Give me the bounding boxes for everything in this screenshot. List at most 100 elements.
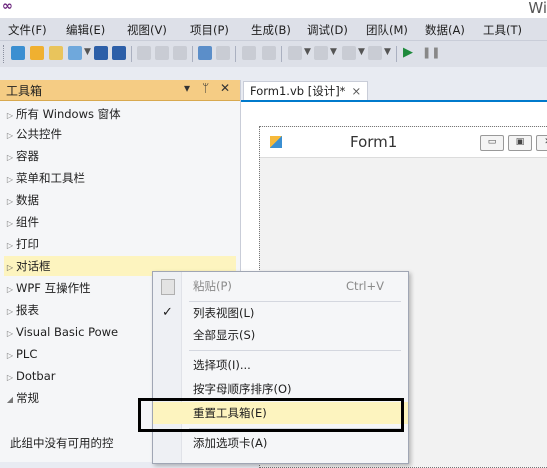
add-item-icon[interactable] <box>30 46 44 60</box>
menu-team[interactable]: 团队(M) <box>366 22 408 38</box>
toolbox-group-all-windows-forms[interactable]: ▷ 所有 Windows 窗体 <box>4 104 236 124</box>
navigate-forward-icon[interactable] <box>368 46 382 60</box>
undo-icon[interactable] <box>288 46 302 60</box>
toolbar-separator <box>192 46 193 62</box>
title-bar: ∞ Wi <box>0 0 547 18</box>
start-debugging-icon[interactable]: ▶ <box>403 46 417 60</box>
open-file-icon[interactable] <box>49 46 63 60</box>
redo-icon[interactable] <box>314 46 328 60</box>
chevron-down-icon[interactable]: ▼ <box>84 47 91 57</box>
toolbox-group-label: 菜单和工具栏 <box>16 171 85 185</box>
expand-triangle-icon[interactable]: ▷ <box>4 302 16 322</box>
checkmark-icon: ✓ <box>162 305 173 320</box>
toolbox-group-printing[interactable]: ▷ 打印 <box>4 234 236 254</box>
chevron-down-icon[interactable]: ▼ <box>384 47 391 57</box>
menu-data[interactable]: 数据(A) <box>425 22 465 38</box>
menu-item-label: 添加选项卡(A) <box>193 436 268 450</box>
menu-edit[interactable]: 编辑(E) <box>66 22 105 38</box>
window-position-icon[interactable]: ▾ <box>184 81 190 95</box>
toolbox-title: 工具箱 <box>6 84 43 98</box>
expand-triangle-icon[interactable]: ▷ <box>4 106 16 126</box>
expand-triangle-icon[interactable]: ▷ <box>4 192 16 212</box>
maximize-icon: ▣ <box>508 135 532 151</box>
find-icon[interactable] <box>198 46 212 60</box>
close-icon[interactable]: ✕ <box>220 81 230 95</box>
toolbox-group-label: 容器 <box>16 149 39 163</box>
menu-item-shortcut: Ctrl+V <box>346 279 384 293</box>
toolbox-header: 工具箱 ▾ ᛘ ✕ <box>0 80 240 101</box>
form-title-bar: Form1 ▭ ▣ ✕ <box>260 127 547 158</box>
menu-item-label: 全部显示(S) <box>193 328 256 342</box>
close-tab-icon[interactable]: × <box>351 84 361 98</box>
menu-item-show-all[interactable]: 全部显示(S) <box>153 324 408 346</box>
form-icon <box>270 136 282 148</box>
chevron-down-icon[interactable]: ▼ <box>358 47 365 57</box>
tab-label: Form1.vb [设计]* <box>250 84 346 98</box>
toolbox-group-label: 打印 <box>16 237 39 251</box>
expand-triangle-icon[interactable]: ▷ <box>4 236 16 256</box>
menu-item-add-tab[interactable]: 添加选项卡(A) <box>153 432 408 454</box>
menu-item-label: 选择项(I)... <box>193 358 251 372</box>
menu-tools[interactable]: 工具(T) <box>483 22 522 38</box>
menu-item-paste[interactable]: 粘贴(P) Ctrl+V <box>153 275 408 297</box>
align-left-icon[interactable] <box>242 46 256 60</box>
menu-file[interactable]: 文件(F) <box>8 22 47 38</box>
toolbox-group-label: 公共控件 <box>16 127 62 141</box>
add-item-menu-icon[interactable] <box>68 46 82 60</box>
expand-triangle-icon[interactable]: ▷ <box>4 280 16 300</box>
paste-icon[interactable] <box>173 46 187 60</box>
expand-triangle-icon[interactable]: ▷ <box>4 170 16 190</box>
align-center-icon[interactable] <box>262 46 276 60</box>
menu-item-label: 列表视图(L) <box>193 306 255 320</box>
expand-triangle-icon[interactable]: ▷ <box>4 324 16 344</box>
toolbox-group-label: 组件 <box>16 215 39 229</box>
menu-item-list-view[interactable]: ✓ 列表视图(L) <box>153 302 408 324</box>
toolbox-empty-message: 此组中没有可用的控 <box>10 436 114 450</box>
paste-icon <box>161 279 175 295</box>
expand-triangle-icon[interactable]: ▷ <box>4 346 16 366</box>
pause-icon[interactable]: ❚❚ <box>422 46 440 60</box>
toolbox-group-containers[interactable]: ▷ 容器 <box>4 146 236 166</box>
menu-item-choose-items[interactable]: 选择项(I)... <box>153 354 408 376</box>
toolbox-group-data[interactable]: ▷ 数据 <box>4 190 236 210</box>
expand-triangle-icon[interactable]: ▷ <box>4 126 16 146</box>
save-icon[interactable] <box>94 46 108 60</box>
toolbox-group-label: 对话框 <box>16 259 51 273</box>
cut-icon[interactable] <box>137 46 151 60</box>
expand-triangle-icon[interactable]: ▷ <box>4 258 16 278</box>
menu-project[interactable]: 项目(P) <box>190 22 229 38</box>
navigate-back-icon[interactable] <box>342 46 356 60</box>
chevron-down-icon[interactable]: ▼ <box>330 47 337 57</box>
comment-icon[interactable] <box>216 46 230 60</box>
toolbar-grip[interactable] <box>3 45 7 63</box>
tab-form1-designer[interactable]: Form1.vb [设计]* × <box>243 81 369 101</box>
collapse-triangle-icon[interactable]: ◢ <box>4 390 16 410</box>
menu-bar: 文件(F) 编辑(E) 视图(V) 项目(P) 生成(B) 调试(D) 团队(M… <box>0 18 547 41</box>
menu-build[interactable]: 生成(B) <box>251 22 291 38</box>
toolbox-group-common-controls[interactable]: ▷ 公共控件 <box>4 124 236 144</box>
expand-triangle-icon[interactable]: ▷ <box>4 148 16 168</box>
toolbar-separator <box>396 46 397 62</box>
copy-icon[interactable] <box>155 46 169 60</box>
menu-view[interactable]: 视图(V) <box>127 22 167 38</box>
minimize-icon: ▭ <box>480 135 504 151</box>
toolbox-context-menu: 粘贴(P) Ctrl+V ✓ 列表视图(L) 全部显示(S) 选择项(I)...… <box>152 271 409 464</box>
expand-triangle-icon[interactable]: ▷ <box>4 368 16 388</box>
expand-triangle-icon[interactable]: ▷ <box>4 214 16 234</box>
chevron-down-icon[interactable]: ▼ <box>304 47 311 57</box>
toolbox-group-label: Dotbar <box>16 369 56 383</box>
document-tab-strip: Form1.vb [设计]* × <box>241 80 547 101</box>
menu-debug[interactable]: 调试(D) <box>307 22 348 38</box>
form-title: Form1 <box>350 133 398 151</box>
menu-item-sort-alphabetically[interactable]: 按字母顺序排序(O) <box>153 378 408 400</box>
new-project-icon[interactable] <box>11 46 25 60</box>
pin-icon[interactable]: ᛘ <box>202 81 209 95</box>
close-form-icon: ✕ <box>536 135 547 151</box>
menu-separator <box>189 350 401 351</box>
save-all-icon[interactable] <box>112 46 126 60</box>
toolbox-group-label: 数据 <box>16 193 39 207</box>
toolbox-group-menus-toolbars[interactable]: ▷ 菜单和工具栏 <box>4 168 236 188</box>
menu-item-reset-toolbox[interactable]: 重置工具箱(E) <box>153 402 408 424</box>
toolbox-group-components[interactable]: ▷ 组件 <box>4 212 236 232</box>
visual-studio-logo-icon: ∞ <box>2 0 13 14</box>
